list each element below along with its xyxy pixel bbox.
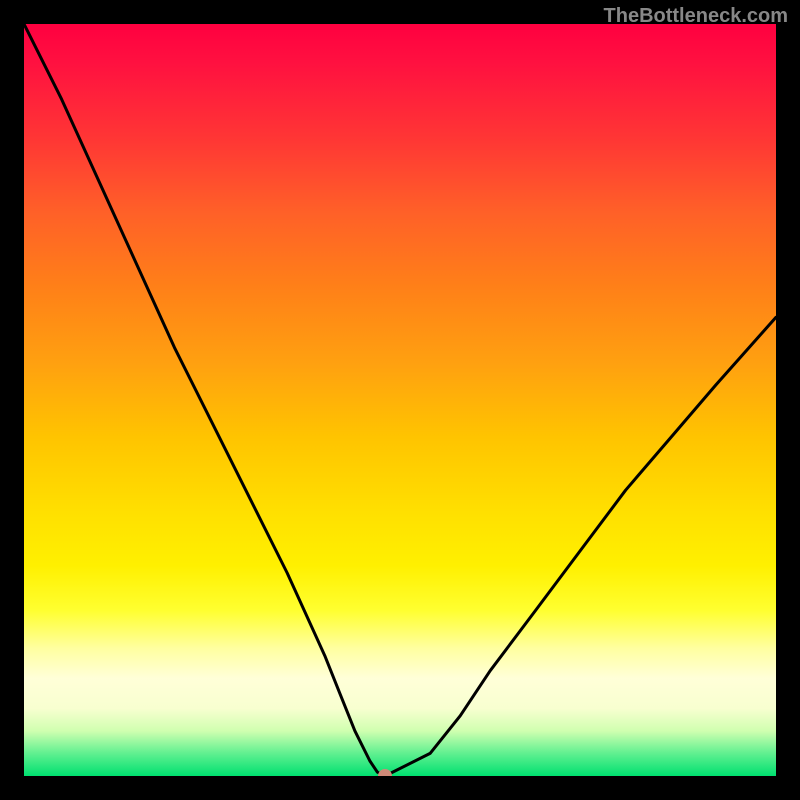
optimum-marker [378, 769, 392, 776]
chart-plot-area [24, 24, 776, 776]
bottleneck-curve [24, 24, 776, 776]
watermark-text: TheBottleneck.com [604, 5, 788, 28]
